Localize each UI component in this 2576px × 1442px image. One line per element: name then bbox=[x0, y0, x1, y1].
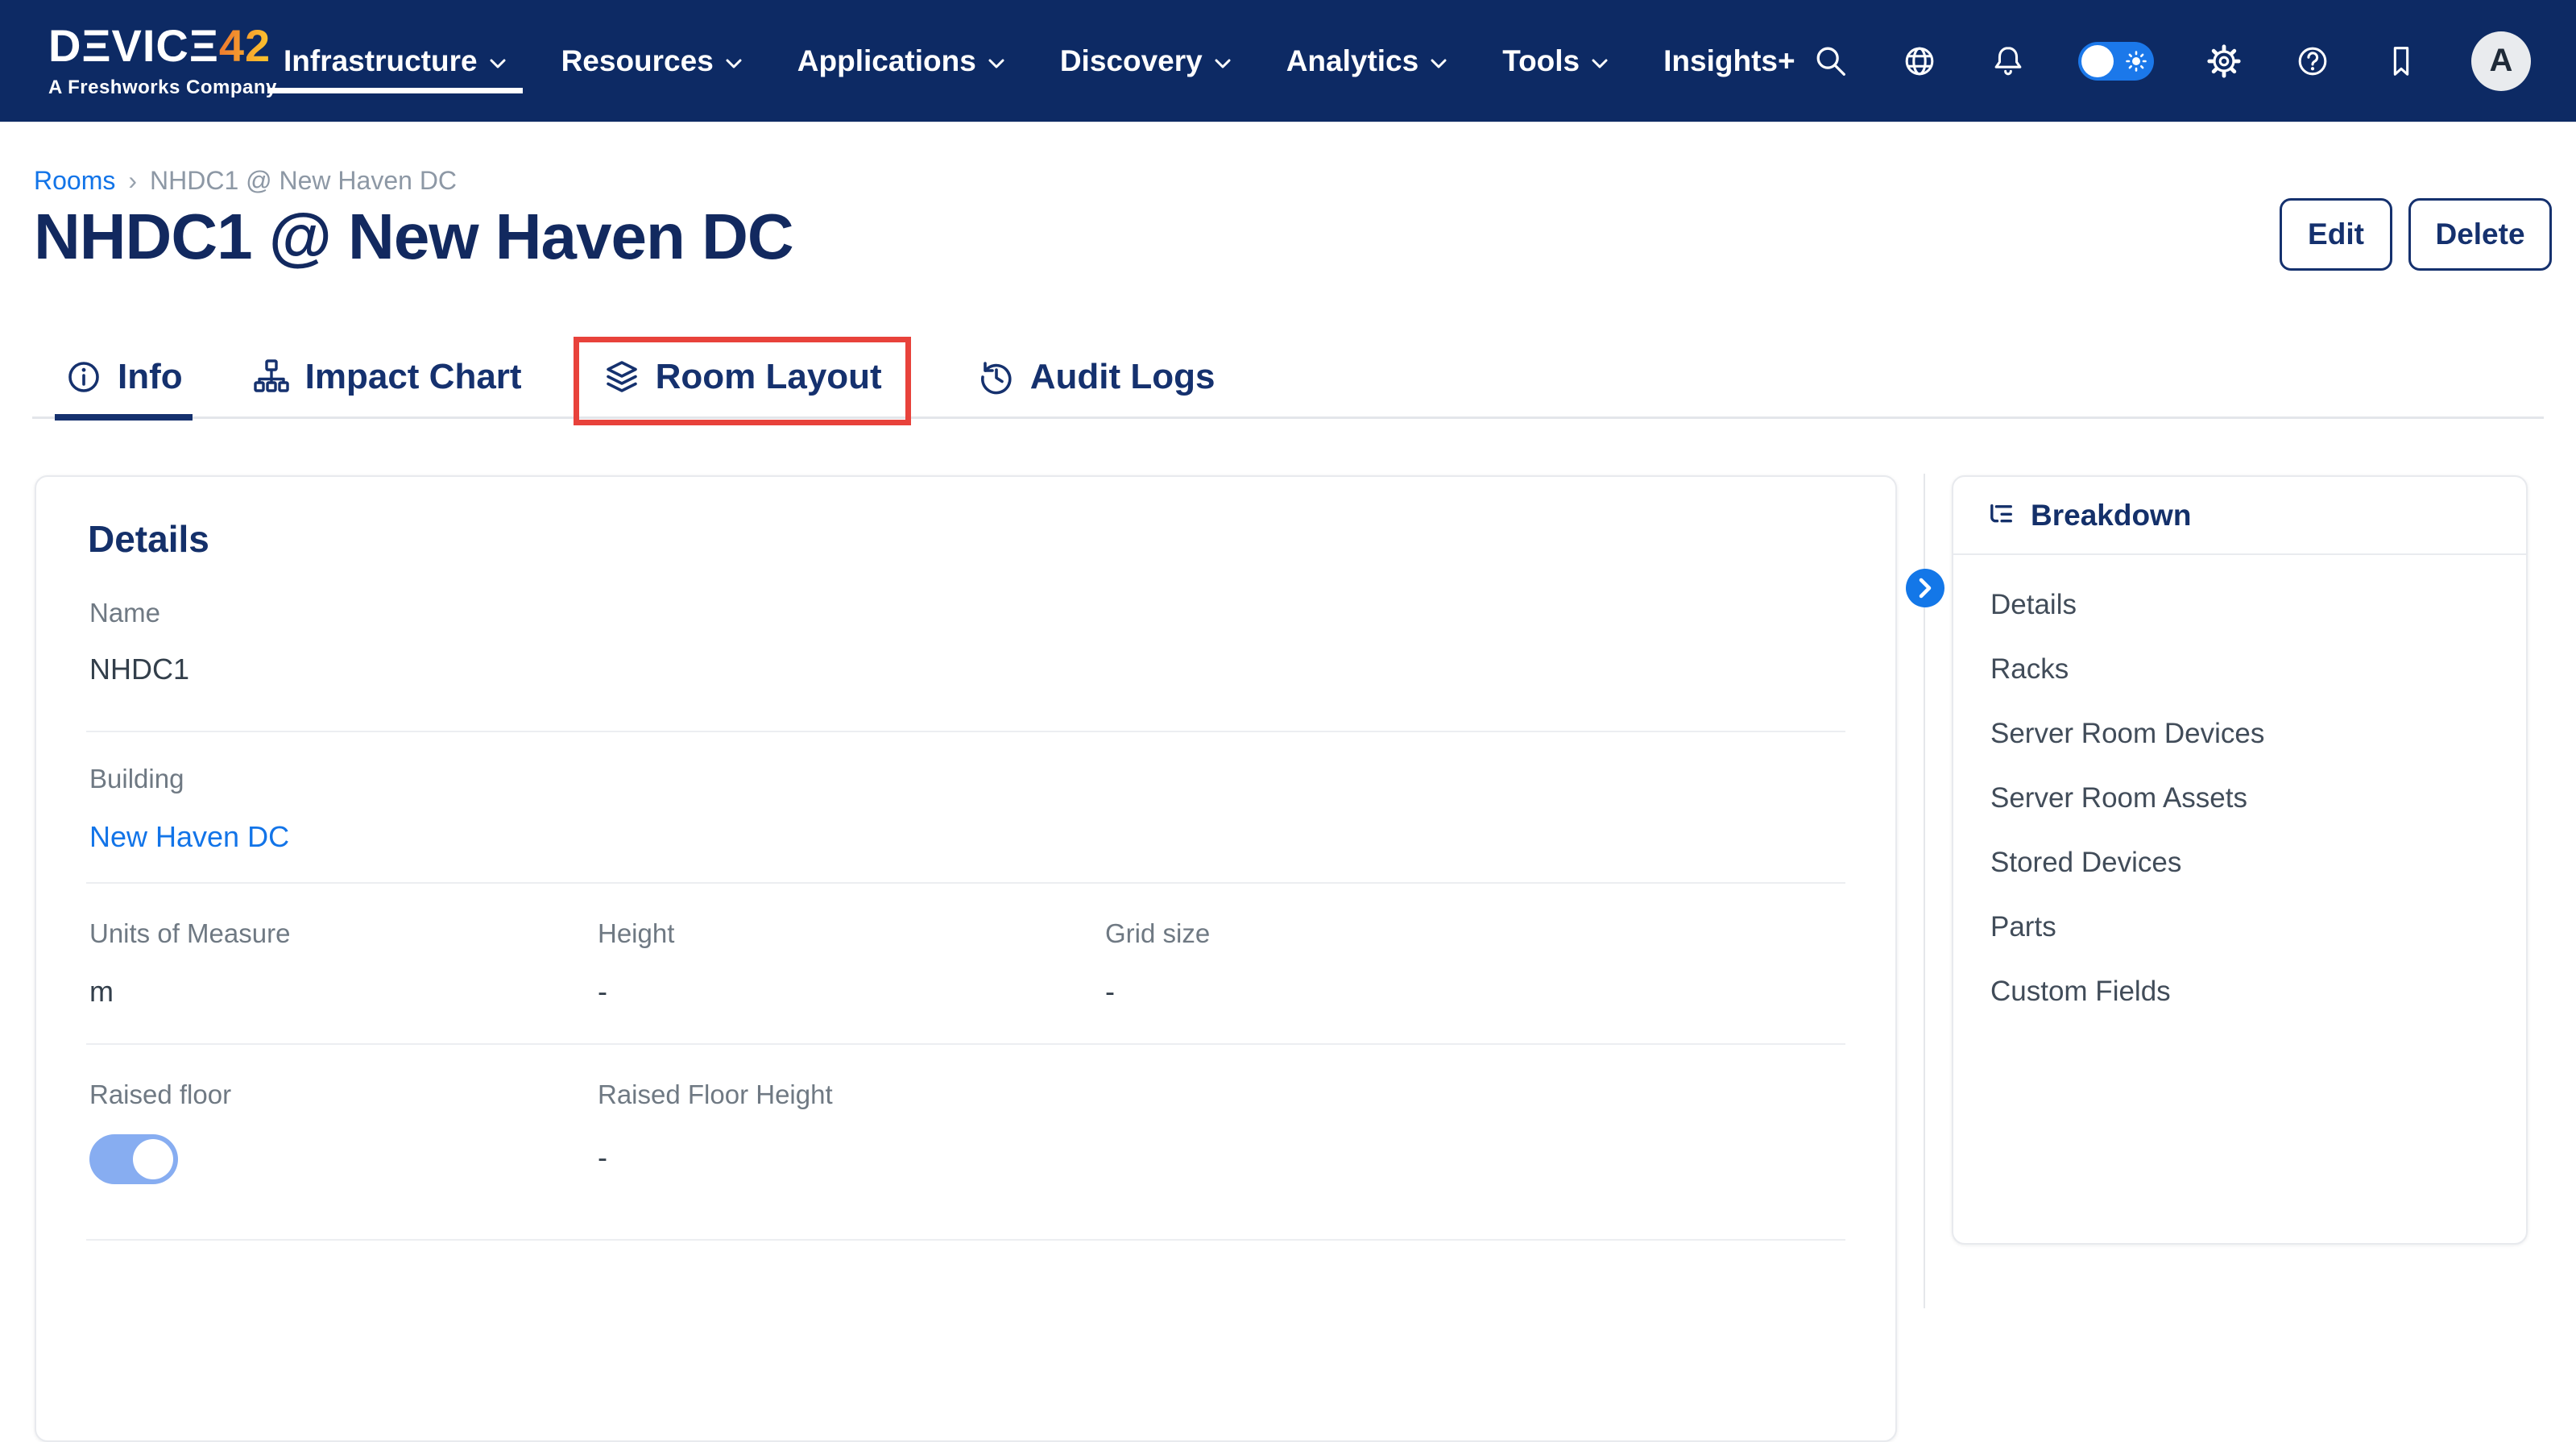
building-link[interactable]: New Haven DC bbox=[89, 820, 289, 854]
breadcrumb: Rooms › NHDC1 @ New Haven DC bbox=[34, 166, 457, 196]
edit-button[interactable]: Edit bbox=[2280, 198, 2392, 271]
info-icon bbox=[64, 358, 103, 396]
menu-insights[interactable]: Insights+ bbox=[1652, 0, 1806, 122]
grid-size-label: Grid size bbox=[1105, 918, 1210, 949]
raised-floor-height-label: Raised Floor Height bbox=[598, 1079, 833, 1110]
menu-label: Applications bbox=[797, 44, 976, 78]
globe-icon[interactable] bbox=[1901, 43, 1938, 80]
menu-analytics[interactable]: Analytics bbox=[1275, 0, 1460, 122]
gear-icon[interactable] bbox=[2205, 43, 2243, 80]
delete-button[interactable]: Delete bbox=[2408, 198, 2552, 271]
logo-brand-text: DΞVICΞ bbox=[48, 20, 219, 71]
tab-room-layout[interactable]: Room Layout bbox=[593, 336, 892, 418]
menu-infrastructure[interactable]: Infrastructure bbox=[272, 0, 518, 122]
breakdown-item-server-room-devices[interactable]: Server Room Devices bbox=[1953, 702, 2526, 766]
details-heading: Details bbox=[88, 517, 209, 561]
name-label: Name bbox=[89, 598, 160, 628]
sun-icon bbox=[2124, 49, 2148, 73]
building-label: Building bbox=[89, 764, 184, 794]
impact-chart-icon bbox=[252, 358, 291, 396]
top-navbar: DΞVICΞ42 A Freshworks Company Infrastruc… bbox=[0, 0, 2576, 122]
tab-label: Impact Chart bbox=[305, 357, 522, 397]
height-label: Height bbox=[598, 918, 674, 949]
list-tree-icon bbox=[1986, 500, 2016, 531]
details-card: Details Name NHDC1 Building New Haven DC… bbox=[35, 475, 1897, 1442]
menu-label: Insights+ bbox=[1663, 44, 1795, 78]
active-menu-underline bbox=[267, 88, 523, 93]
room-layout-layers-icon bbox=[603, 358, 641, 396]
tab-audit-logs[interactable]: Audit Logs bbox=[967, 336, 1225, 418]
breakdown-list: Details Racks Server Room Devices Server… bbox=[1953, 555, 2526, 1024]
logo-tagline: A Freshworks Company bbox=[48, 77, 238, 99]
units-of-measure-value: m bbox=[89, 975, 114, 1009]
logo-42-text: 42 bbox=[219, 20, 271, 71]
tab-label: Info bbox=[118, 357, 183, 397]
tab-label: Audit Logs bbox=[1030, 357, 1216, 397]
breakdown-item-racks[interactable]: Racks bbox=[1953, 637, 2526, 702]
theme-toggle[interactable] bbox=[2078, 42, 2154, 81]
menu-label: Infrastructure bbox=[284, 44, 478, 78]
breakdown-item-custom-fields[interactable]: Custom Fields bbox=[1953, 959, 2526, 1024]
name-value: NHDC1 bbox=[89, 653, 189, 686]
bookmark-icon[interactable] bbox=[2383, 43, 2420, 80]
chevron-down-icon bbox=[1214, 58, 1232, 69]
chevron-down-icon bbox=[489, 58, 507, 69]
breakdown-item-server-room-assets[interactable]: Server Room Assets bbox=[1953, 766, 2526, 831]
breakdown-header: Breakdown bbox=[1953, 477, 2526, 555]
main-menu: Infrastructure Resources Applications Di… bbox=[272, 0, 1807, 122]
raised-floor-height-value: - bbox=[598, 1141, 607, 1175]
breakdown-item-parts[interactable]: Parts bbox=[1953, 895, 2526, 959]
breadcrumb-current: NHDC1 @ New Haven DC bbox=[150, 166, 457, 196]
bell-icon[interactable] bbox=[1990, 43, 2027, 80]
grid-size-value: - bbox=[1105, 975, 1115, 1009]
menu-applications[interactable]: Applications bbox=[786, 0, 1017, 122]
logo-wordmark: DΞVICΞ42 bbox=[48, 23, 238, 68]
breakdown-item-stored-devices[interactable]: Stored Devices bbox=[1953, 831, 2526, 895]
divider bbox=[86, 731, 1845, 732]
menu-tools[interactable]: Tools bbox=[1491, 0, 1620, 122]
menu-label: Tools bbox=[1502, 44, 1580, 78]
breakdown-title: Breakdown bbox=[2031, 499, 2191, 532]
chevron-down-icon bbox=[1430, 58, 1447, 69]
menu-label: Analytics bbox=[1286, 44, 1419, 78]
breadcrumb-rooms-link[interactable]: Rooms bbox=[34, 166, 115, 196]
tab-impact-chart[interactable]: Impact Chart bbox=[242, 336, 532, 418]
avatar-letter: A bbox=[2490, 43, 2513, 79]
chevron-right-icon bbox=[1917, 578, 1933, 599]
menu-label: Discovery bbox=[1060, 44, 1203, 78]
raised-floor-label: Raised floor bbox=[89, 1079, 231, 1110]
breakdown-item-details[interactable]: Details bbox=[1953, 573, 2526, 637]
height-value: - bbox=[598, 975, 607, 1009]
tab-label: Room Layout bbox=[656, 357, 882, 397]
tab-info[interactable]: Info bbox=[55, 336, 193, 418]
help-icon[interactable] bbox=[2294, 43, 2331, 80]
raised-floor-toggle-knob bbox=[133, 1139, 173, 1179]
menu-label: Resources bbox=[561, 44, 714, 78]
panel-collapse-button[interactable] bbox=[1906, 569, 1944, 607]
navbar-actions: A bbox=[1812, 31, 2576, 91]
chevron-down-icon bbox=[988, 58, 1005, 69]
chevron-down-icon bbox=[725, 58, 743, 69]
raised-floor-toggle[interactable] bbox=[89, 1134, 178, 1184]
tab-bar: Info Impact Chart Room Layout Audit Logs bbox=[32, 337, 2544, 419]
breadcrumb-separator: › bbox=[128, 166, 137, 196]
menu-discovery[interactable]: Discovery bbox=[1049, 0, 1243, 122]
units-of-measure-label: Units of Measure bbox=[89, 918, 290, 949]
divider bbox=[86, 882, 1845, 884]
device42-logo[interactable]: DΞVICΞ42 A Freshworks Company bbox=[48, 23, 238, 99]
avatar[interactable]: A bbox=[2471, 31, 2531, 91]
divider bbox=[86, 1043, 1845, 1045]
active-tab-underline bbox=[55, 414, 193, 421]
theme-toggle-knob bbox=[2081, 45, 2114, 77]
search-icon[interactable] bbox=[1812, 43, 1849, 80]
breakdown-panel: Breakdown Details Racks Server Room Devi… bbox=[1952, 475, 2528, 1245]
audit-history-icon bbox=[977, 358, 1016, 396]
chevron-down-icon bbox=[1591, 58, 1609, 69]
menu-resources[interactable]: Resources bbox=[550, 0, 754, 122]
divider bbox=[86, 1239, 1845, 1241]
page-title: NHDC1 @ New Haven DC bbox=[34, 200, 793, 274]
